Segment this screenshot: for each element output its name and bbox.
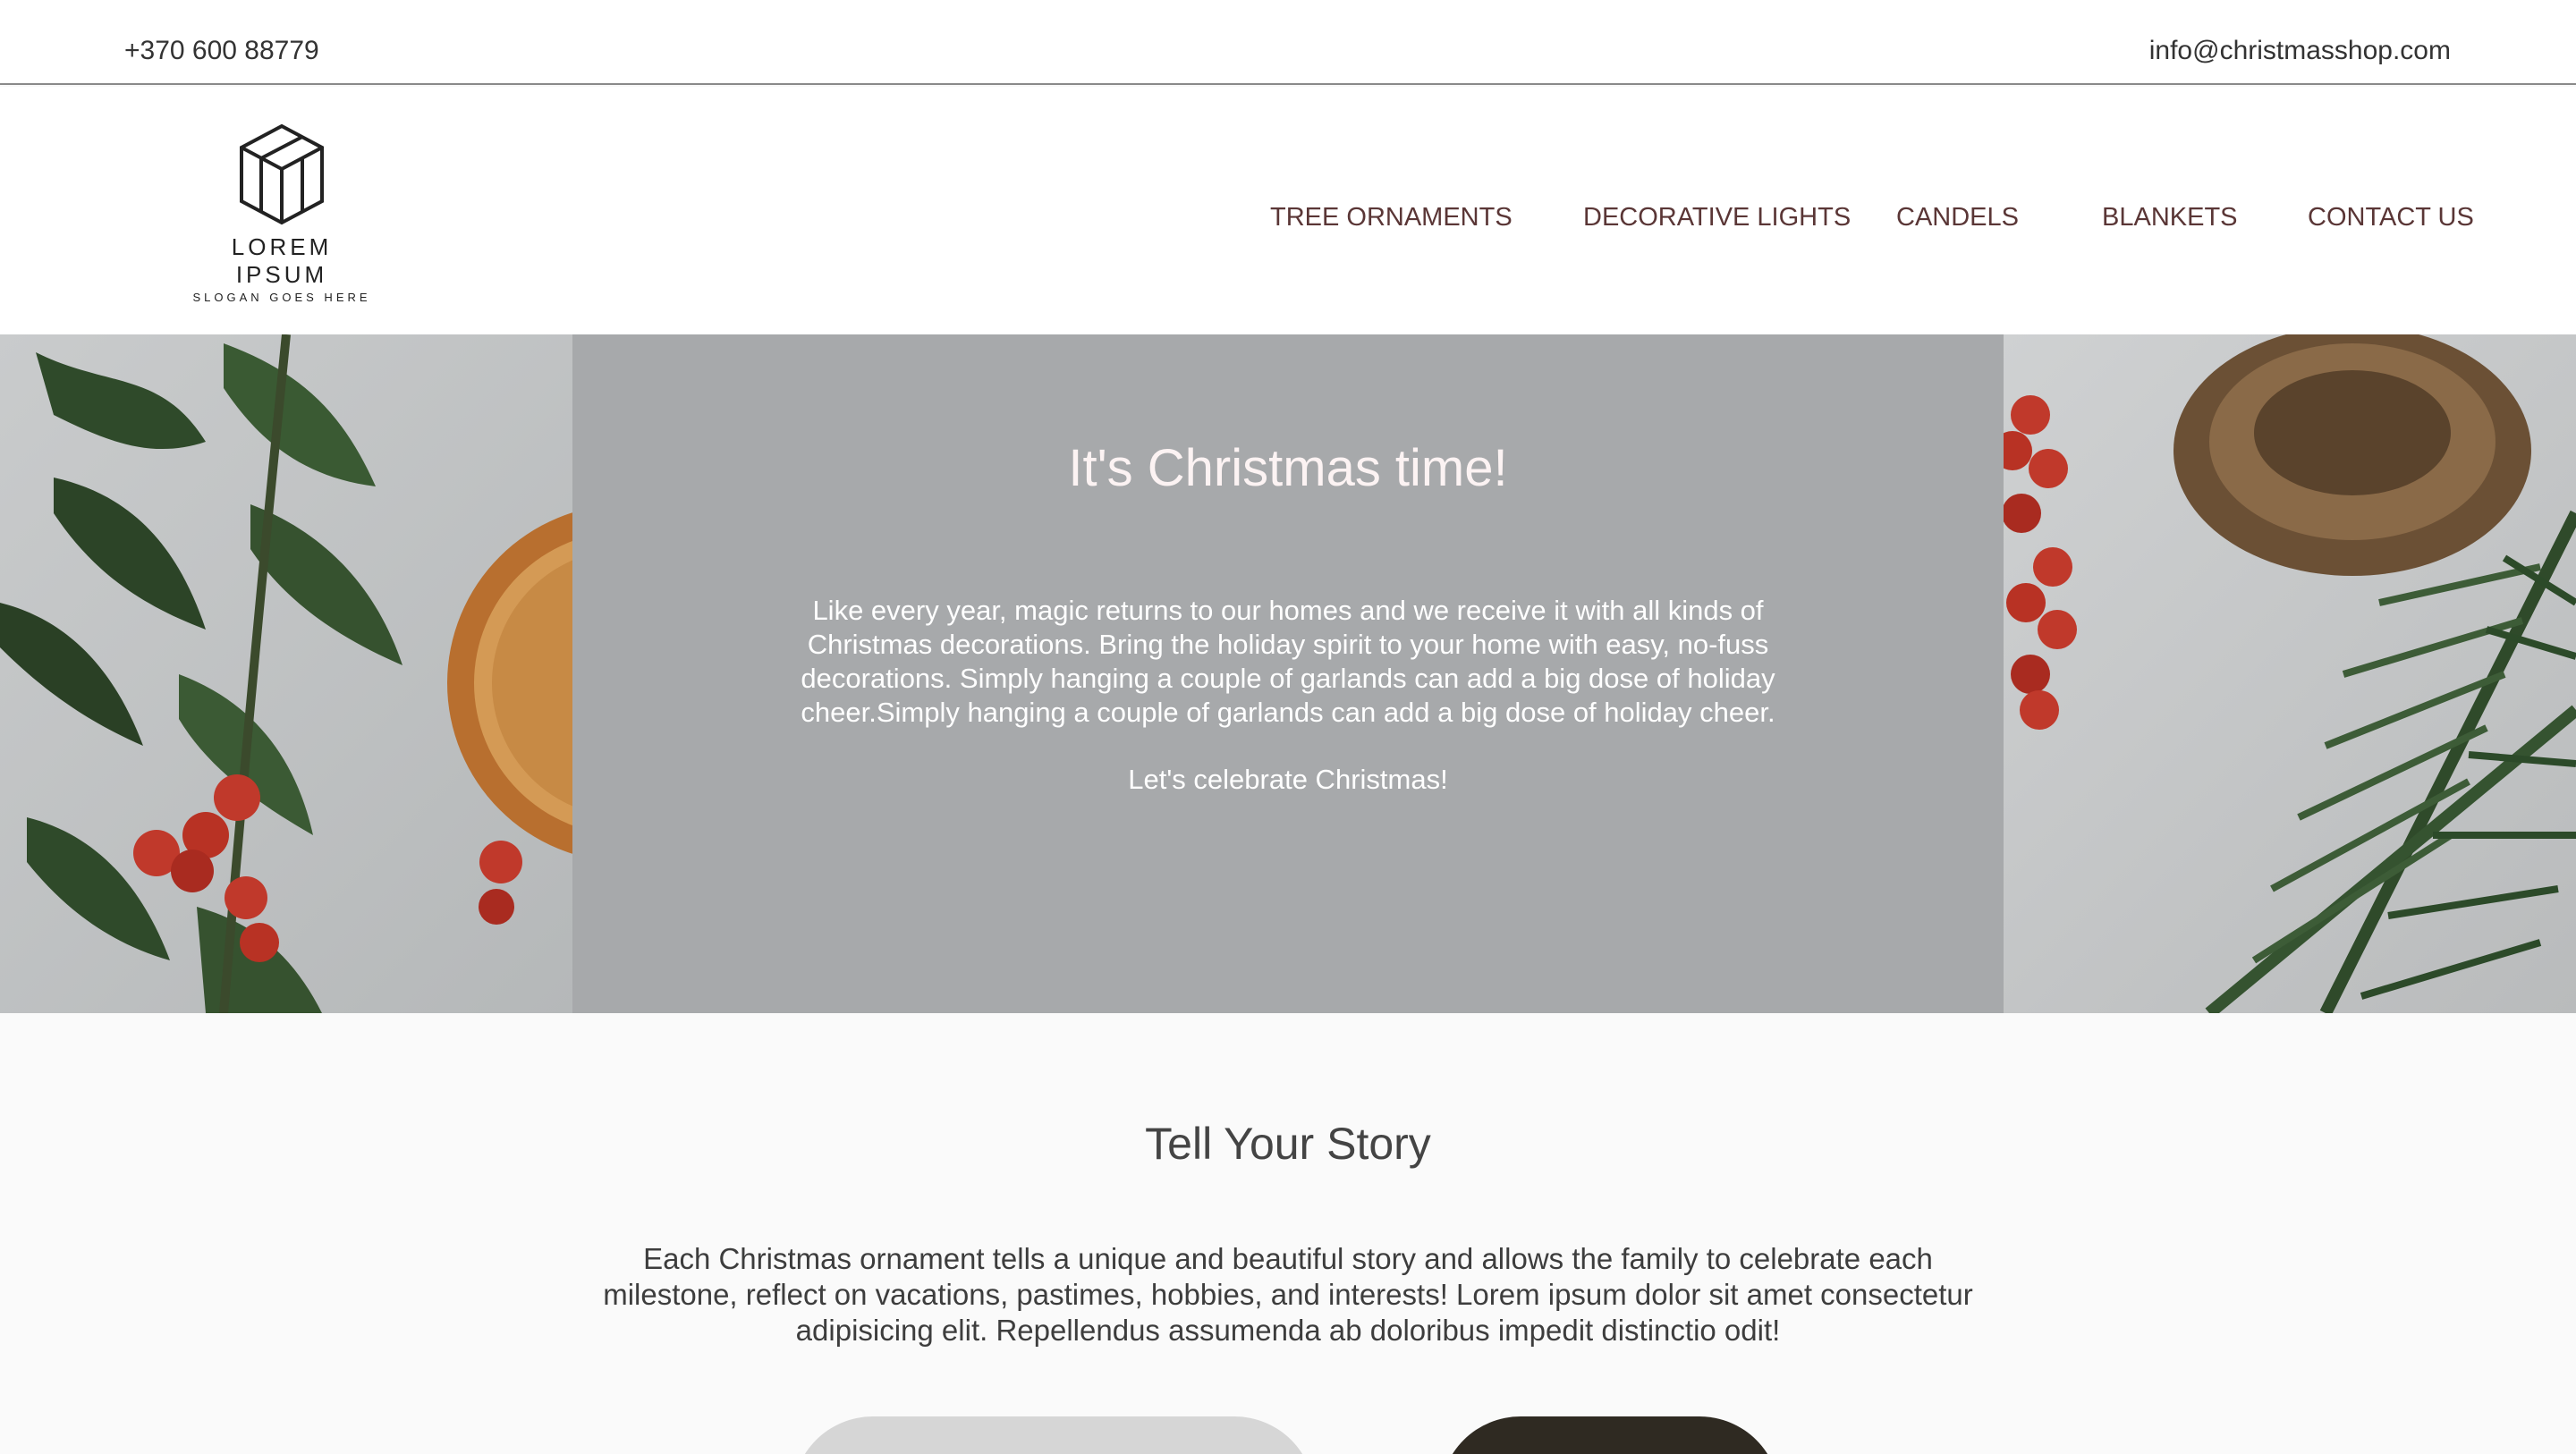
logo-slogan: SLOGAN GOES HERE (192, 291, 371, 304)
story-card-image[interactable] (1440, 1416, 1780, 1454)
nav-item-contact-us[interactable]: CONTACT US (2308, 203, 2474, 232)
story-section-title: Tell Your Story (1145, 1119, 1431, 1169)
pinecone-berries-illustration (1993, 334, 2576, 1013)
email-address[interactable]: info@christmasshop.com (2149, 36, 2451, 66)
hero-tagline: Let's celebrate Christmas! (1128, 764, 1448, 795)
site-logo[interactable]: LOREM IPSUM SLOGAN GOES HERE (188, 121, 376, 304)
site-header: LOREM IPSUM SLOGAN GOES HERE TREE ORNAME… (0, 87, 2576, 334)
holly-orange-illustration (0, 334, 805, 1013)
logo-name: LOREM IPSUM (231, 233, 333, 288)
hero-right-image (1993, 334, 2576, 1013)
nav-item-tree-ornaments[interactable]: TREE ORNAMENTS (1270, 203, 1513, 232)
hero-banner: It's Christmas time! Like every year, ma… (0, 334, 2576, 1013)
nav-item-candels[interactable]: CANDELS (1896, 203, 2019, 232)
hero-description: Like every year, magic returns to our ho… (801, 595, 1775, 728)
story-card-image[interactable] (792, 1416, 1315, 1454)
hero-content: It's Christmas time! Like every year, ma… (572, 334, 2004, 1013)
phone-number[interactable]: +370 600 88779 (124, 36, 319, 66)
hero-left-image (0, 334, 805, 1013)
main-nav: TREE ORNAMENTS DECORATIVE LIGHTS CANDELS… (0, 203, 2576, 239)
hero-title: It's Christmas time! (1068, 439, 1508, 497)
nav-item-blankets[interactable]: BLANKETS (2102, 203, 2238, 232)
nav-item-decorative-lights[interactable]: DECORATIVE LIGHTS (1583, 203, 1851, 232)
story-section-text: Each Christmas ornament tells a unique a… (603, 1242, 1973, 1347)
top-contact-bar: +370 600 88779 info@christmasshop.com (0, 0, 2576, 85)
